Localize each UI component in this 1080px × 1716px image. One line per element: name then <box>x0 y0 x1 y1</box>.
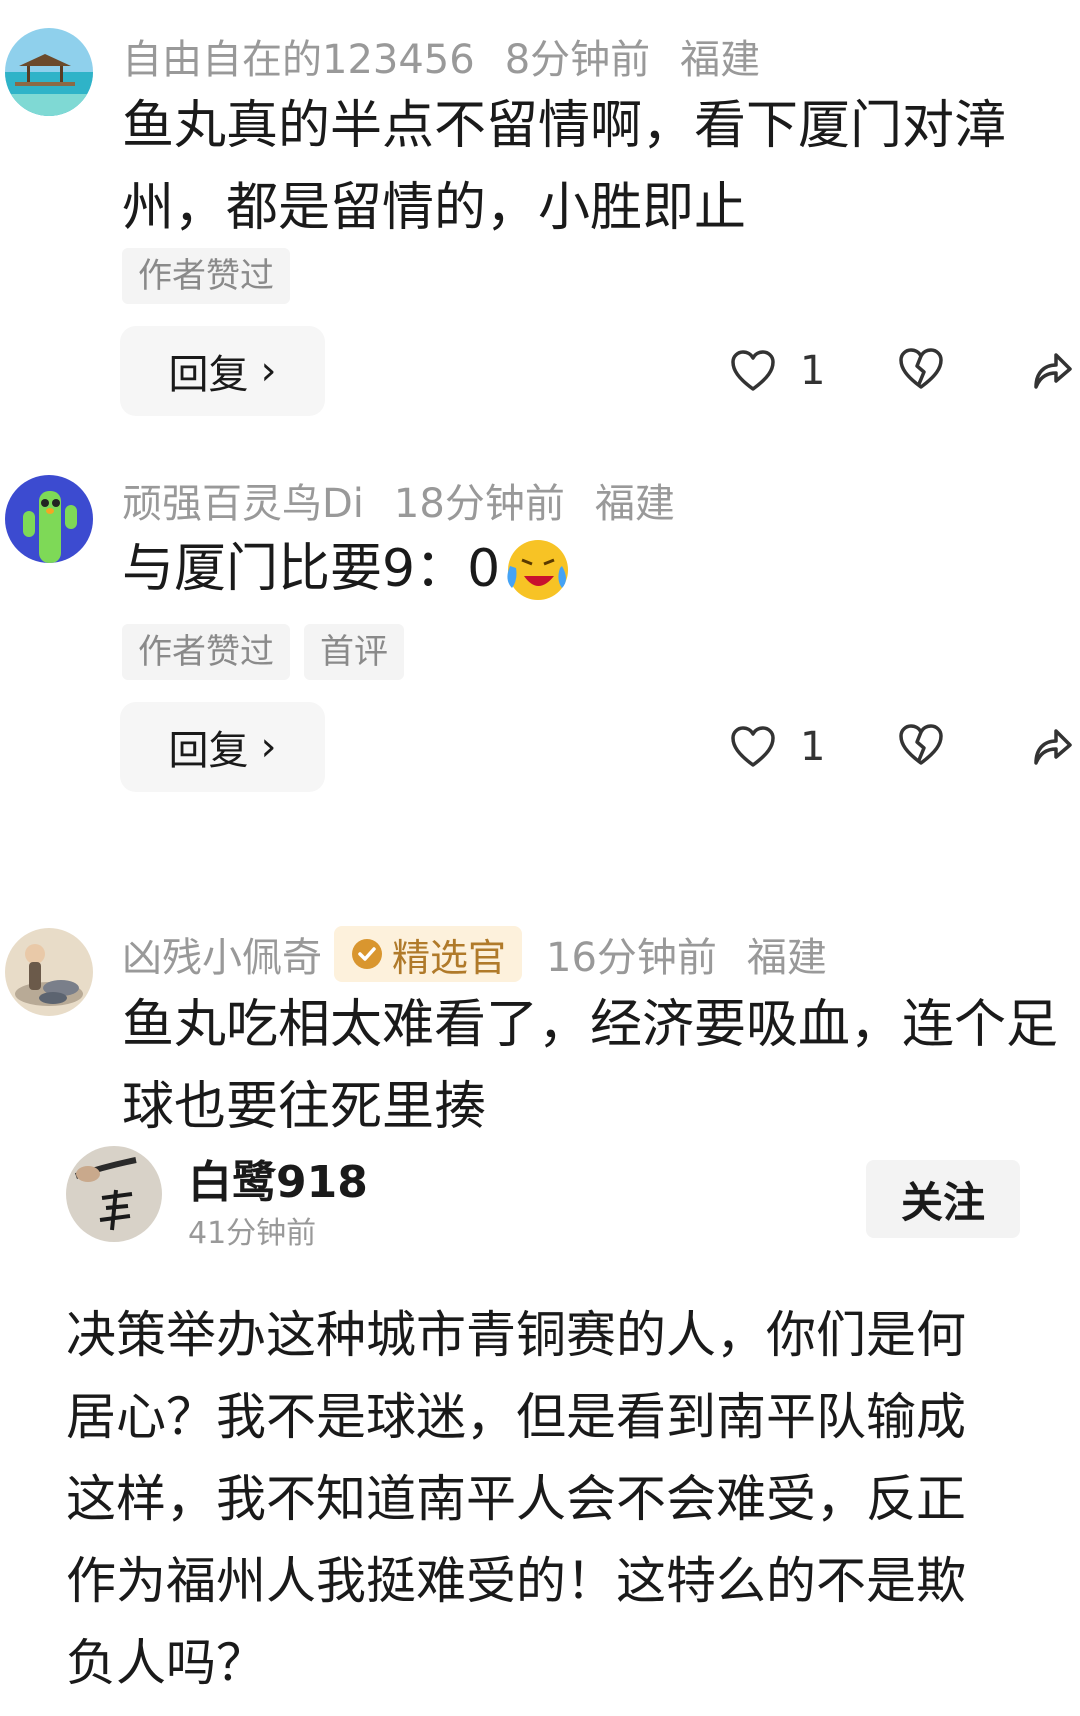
first-comment-tag: 首评 <box>304 624 404 680</box>
share-arrow-icon <box>1034 729 1072 765</box>
comment-text: 与厦门比要9：0 <box>122 539 501 599</box>
comment-time: 18分钟前 <box>393 481 565 527</box>
username[interactable]: 顽强百灵鸟Di <box>122 471 364 529</box>
post-time: 41分钟前 <box>188 1216 317 1251</box>
comment-meta: 凶残小佩奇 精选官 16分钟前 福建 <box>122 926 827 982</box>
username[interactable]: 凶残小佩奇 <box>122 925 322 983</box>
comment-text: 鱼丸真的半点不留情啊，看下厦门对漳州，都是留情的，小胜即止 <box>122 96 1007 238</box>
like-count: 1 <box>800 348 826 394</box>
featured-badge: 精选官 <box>334 926 523 982</box>
laughing-crying-emoji <box>507 540 569 600</box>
author-liked-tag: 作者赞过 <box>122 624 290 680</box>
broken-heart-icon <box>899 348 943 389</box>
username[interactable]: 自由自在的123456 <box>122 27 475 85</box>
author-liked-tag: 作者赞过 <box>122 248 290 304</box>
comment-meta: 自由自在的123456 8分钟前 福建 <box>122 28 760 84</box>
heart-outline-icon <box>731 726 775 767</box>
quoted-post: 白鹭918 41分钟前 关注 决策举办这种城市青铜赛的人，你们是何居心？我不是球… <box>0 1146 1080 1716</box>
comment-text: 鱼丸吃相太难看了，经济要吸血，连个足球也要往死里揍 <box>122 995 1059 1137</box>
avatar[interactable] <box>5 28 93 116</box>
comment-time: 8分钟前 <box>504 37 651 83</box>
comment-3: 凶残小佩奇 精选官 16分钟前 福建 鱼丸吃相太难看了，经济要吸血，连个足球也要… <box>0 920 1080 1140</box>
chevron-right-icon: › <box>260 348 277 394</box>
share-button[interactable] <box>1030 347 1072 395</box>
comment-meta: 顽强百灵鸟Di 18分钟前 福建 <box>122 472 675 528</box>
comment-actions: 1 <box>730 326 1080 416</box>
comment-actions: 1 <box>730 702 1080 792</box>
author-avatar[interactable] <box>66 1146 162 1242</box>
heart-outline-icon <box>731 350 775 391</box>
share-arrow-icon <box>1034 353 1072 389</box>
comment-location: 福建 <box>680 37 761 83</box>
comment-tags: 作者赞过 <box>122 248 290 304</box>
check-badge-icon <box>352 939 382 969</box>
badge-label: 精选官 <box>392 935 507 980</box>
follow-button[interactable]: 关注 <box>866 1160 1020 1238</box>
like-button[interactable]: 1 <box>730 724 825 770</box>
comment-2: 顽强百灵鸟Di 18分钟前 福建 与厦门比要9：0 作者赞过 首评 回复 › 1 <box>0 470 1080 860</box>
comment-location: 福建 <box>594 481 675 527</box>
post-text: 决策举办这种城市青铜赛的人，你们是何居心？我不是球迷，但是看到南平队输成这样，我… <box>66 1306 966 1692</box>
like-count: 1 <box>800 724 826 770</box>
dislike-button[interactable] <box>898 348 944 394</box>
reply-button[interactable]: 回复 › <box>120 702 325 792</box>
like-button[interactable]: 1 <box>730 348 825 394</box>
dislike-button[interactable] <box>898 724 944 770</box>
comment-text-row: 与厦门比要9：0 <box>122 528 1062 610</box>
post-author-name[interactable]: 白鹭918 <box>188 1146 368 1210</box>
comment-time: 16分钟前 <box>546 935 717 981</box>
reply-label: 回复 <box>168 352 249 398</box>
comment-location: 福建 <box>746 935 827 981</box>
broken-heart-icon <box>899 724 943 765</box>
reply-button[interactable]: 回复 › <box>120 326 325 416</box>
avatar[interactable] <box>5 475 93 563</box>
chevron-right-icon: › <box>260 724 277 770</box>
avatar[interactable] <box>5 928 93 1016</box>
reply-label: 回复 <box>168 728 249 774</box>
comment-tags: 作者赞过 首评 <box>122 624 404 680</box>
comment-1: 自由自在的123456 8分钟前 福建 鱼丸真的半点不留情啊，看下厦门对漳州，都… <box>0 0 1080 430</box>
share-button[interactable] <box>1030 723 1072 771</box>
